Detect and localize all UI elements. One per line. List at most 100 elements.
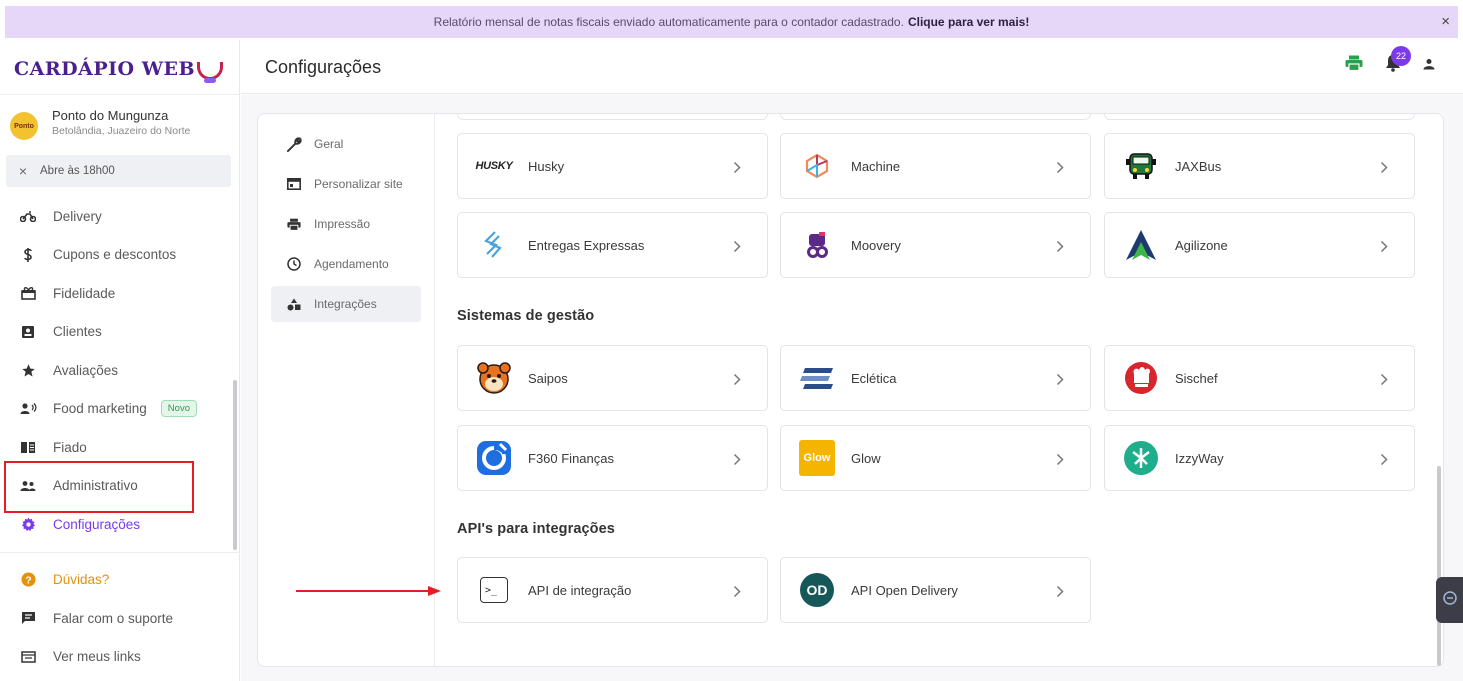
chat-icon bbox=[18, 611, 38, 625]
integration-name: Entregas Expressas bbox=[528, 237, 645, 253]
store-location: Betolândia, Juazeiro do Norte bbox=[52, 125, 191, 137]
sidebar-item-coupons[interactable]: Cupons e descontos bbox=[0, 236, 240, 275]
brand-logo[interactable]: CARDÁPIO WEB bbox=[14, 54, 224, 84]
subnav-item-label: Impressão bbox=[314, 217, 371, 231]
sidebar-item-settings[interactable]: Configurações bbox=[0, 505, 240, 544]
integration-card-f360[interactable]: F360 Finanças bbox=[457, 425, 768, 491]
integration-name: Agilizone bbox=[1175, 237, 1228, 253]
sidebar-item-label: Fidelidade bbox=[53, 285, 116, 301]
sidebar-item-admin[interactable]: Administrativo bbox=[0, 467, 240, 506]
main-scrollbar[interactable] bbox=[1437, 466, 1441, 666]
sidebar-item-help[interactable]: ? Dúvidas? bbox=[0, 561, 240, 600]
machine-logo bbox=[795, 146, 839, 186]
integration-card-saipos[interactable]: Saipos bbox=[457, 345, 768, 411]
glow-logo: Glow bbox=[795, 438, 839, 478]
terminal-icon-text: >_ bbox=[480, 577, 508, 603]
integration-card-glow[interactable]: Glow Glow bbox=[780, 425, 1091, 491]
chevron-right-icon bbox=[727, 581, 747, 601]
motorcycle-icon bbox=[18, 210, 38, 223]
chat-widget-tab[interactable] bbox=[1436, 577, 1463, 623]
chevron-right-icon bbox=[1374, 157, 1394, 177]
integration-card-api-integration[interactable]: >_ API de integração bbox=[457, 557, 768, 623]
chevron-right-icon bbox=[1050, 157, 1070, 177]
book-icon bbox=[18, 441, 38, 454]
closed-icon: × bbox=[18, 163, 28, 179]
banner-text: Relatório mensal de notas fiscais enviad… bbox=[433, 15, 904, 29]
open-delivery-logo-text: OD bbox=[800, 573, 834, 607]
sidebar-item-label: Delivery bbox=[53, 208, 102, 224]
chevron-right-icon bbox=[1050, 581, 1070, 601]
subnav-item-printing[interactable]: Impressão bbox=[271, 206, 421, 242]
izzyway-logo bbox=[1119, 438, 1163, 478]
integration-card-entregas-expressas[interactable]: Entregas Expressas bbox=[457, 212, 768, 278]
sidebar-item-label: Dúvidas? bbox=[53, 572, 110, 588]
integration-name: Moovery bbox=[851, 237, 901, 253]
store-avatar: Ponto bbox=[10, 112, 38, 140]
subnav-item-label: Personalizar site bbox=[314, 177, 403, 191]
subnav-item-integrations[interactable]: Integrações bbox=[271, 286, 421, 322]
sidebar-item-loyalty[interactable]: Fidelidade bbox=[0, 274, 240, 313]
jaxbus-logo bbox=[1119, 146, 1163, 186]
integration-name: F360 Finanças bbox=[528, 450, 614, 466]
sidebar-item-label: Cupons e descontos bbox=[53, 247, 177, 263]
store-status-text: Abre às 18h00 bbox=[40, 165, 115, 177]
sidebar-item-label: Clientes bbox=[53, 324, 102, 340]
gift-icon bbox=[18, 286, 38, 301]
integration-card-ecletica[interactable]: Eclética bbox=[780, 345, 1091, 411]
close-icon[interactable]: × bbox=[1441, 13, 1450, 30]
store-selector[interactable]: Ponto Ponto do Mungunza Betolândia, Juaz… bbox=[10, 108, 190, 140]
sidebar: CARDÁPIO WEB Ponto Ponto do Mungunza Bet… bbox=[0, 40, 240, 681]
sidebar-scrollbar[interactable] bbox=[233, 380, 237, 550]
store-status[interactable]: × Abre às 18h00 bbox=[6, 155, 231, 187]
chevron-right-icon bbox=[1374, 449, 1394, 469]
subnav-item-customize-site[interactable]: Personalizar site bbox=[271, 166, 421, 202]
contact-card-icon bbox=[18, 325, 38, 339]
integration-card-machine[interactable]: Machine bbox=[780, 133, 1091, 199]
integration-card-jaxbus[interactable]: JAXBus bbox=[1104, 133, 1415, 199]
integration-name: Machine bbox=[851, 158, 901, 174]
user-avatar-icon[interactable] bbox=[1423, 57, 1435, 75]
integration-name: Eclética bbox=[851, 370, 897, 386]
integration-name: Saipos bbox=[528, 370, 568, 386]
sidebar-item-label: Configurações bbox=[53, 516, 141, 532]
integration-name: Glow bbox=[851, 450, 881, 466]
chevron-right-icon bbox=[727, 369, 747, 389]
saipos-logo bbox=[472, 358, 516, 398]
integration-card-izzyway[interactable]: IzzyWay bbox=[1104, 425, 1415, 491]
sidebar-item-label: Food marketing bbox=[53, 401, 147, 417]
chevron-right-icon bbox=[1050, 236, 1070, 256]
husky-logo-text: HUSKY bbox=[475, 160, 513, 172]
sidebar-item-delivery[interactable]: Delivery bbox=[0, 197, 240, 236]
sidebar-item-links[interactable]: Ver meus links bbox=[0, 638, 240, 677]
printer-icon[interactable] bbox=[1345, 55, 1363, 76]
integration-name: API Open Delivery bbox=[851, 582, 958, 598]
sidebar-item-support[interactable]: Falar com o suporte bbox=[0, 599, 240, 638]
subnav-item-general[interactable]: Geral bbox=[271, 126, 421, 162]
integration-card-moovery[interactable]: Moovery bbox=[780, 212, 1091, 278]
chat-bubble-icon bbox=[1442, 590, 1457, 610]
clock-icon bbox=[285, 257, 303, 271]
integration-card-husky[interactable]: HUSKY Husky bbox=[457, 133, 768, 199]
sidebar-item-food-marketing[interactable]: Food marketing Novo bbox=[0, 390, 240, 429]
announcement-banner[interactable]: Relatório mensal de notas fiscais enviad… bbox=[5, 6, 1458, 38]
sidebar-item-reviews[interactable]: Avaliações bbox=[0, 351, 240, 390]
sidebar-item-customers[interactable]: Clientes bbox=[0, 313, 240, 352]
chevron-right-icon bbox=[1374, 369, 1394, 389]
integration-card-api-open-delivery[interactable]: OD API Open Delivery bbox=[780, 557, 1091, 623]
notifications-button[interactable]: 22 bbox=[1385, 46, 1411, 77]
integration-card-agilizone[interactable]: Agilizone bbox=[1104, 212, 1415, 278]
subnav-item-scheduling[interactable]: Agendamento bbox=[271, 246, 421, 282]
svg-text:?: ? bbox=[25, 576, 31, 587]
banner-link[interactable]: Clique para ver mais! bbox=[908, 15, 1029, 29]
card-edge bbox=[780, 114, 1091, 120]
sidebar-item-credit[interactable]: Fiado bbox=[0, 428, 240, 467]
sidebar-item-label: Administrativo bbox=[53, 478, 138, 494]
integration-name: JAXBus bbox=[1175, 158, 1222, 174]
sidebar-item-label: Ver meus links bbox=[53, 649, 141, 665]
top-header: Configurações 22 bbox=[241, 40, 1463, 94]
integration-name: IzzyWay bbox=[1175, 450, 1224, 466]
agilizone-logo bbox=[1119, 225, 1163, 265]
star-icon bbox=[18, 363, 38, 378]
husky-logo: HUSKY bbox=[472, 146, 516, 186]
integration-card-sischef[interactable]: Sischef bbox=[1104, 345, 1415, 411]
